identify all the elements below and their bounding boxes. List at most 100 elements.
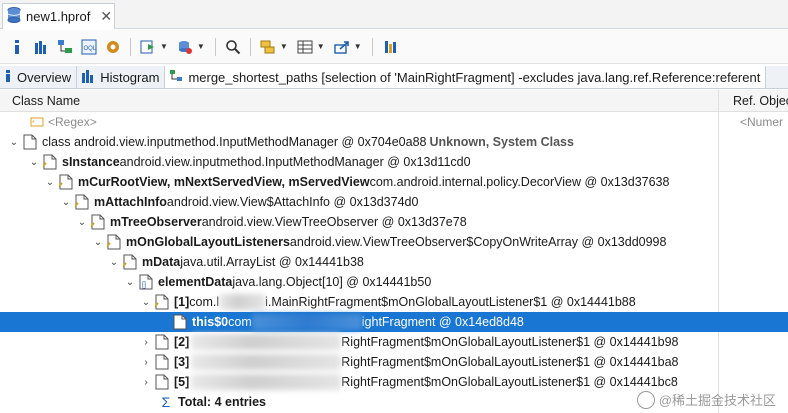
chevron-right-icon[interactable]: ›	[140, 357, 152, 368]
pin-icon[interactable]	[379, 36, 401, 58]
close-icon[interactable]: ✕	[100, 8, 112, 25]
tree-row[interactable]: ⌄ mCurRootView, mNextServedView, mServed…	[0, 172, 788, 192]
tree-row-field: [3]	[174, 355, 190, 369]
run-query-icon[interactable]	[137, 36, 159, 58]
query-browser-icon[interactable]	[174, 36, 196, 58]
tree-row-field: mTreeObserver	[110, 215, 202, 229]
tree-row[interactable]: ⌄ [1] com.l i.MainRightFragment$mOnGloba…	[0, 292, 788, 312]
tree-row-prefix: com.l	[189, 295, 220, 309]
chevron-down-icon[interactable]: ▼	[160, 42, 168, 51]
chevron-down-icon[interactable]: ⌄	[92, 237, 104, 248]
regex-placeholder: <Regex>	[48, 115, 97, 129]
paths-icon	[169, 69, 183, 86]
tab-overview-label: Overview	[17, 69, 72, 85]
chevron-down-icon[interactable]: ⌄	[76, 217, 88, 228]
column-header-ref-objects[interactable]: Ref. Objec	[733, 94, 788, 108]
tree-row-field: mCurRootView, mNextServedView, mServedVi…	[78, 175, 370, 189]
tree-row-text: RightFragment$mOnGlobalLayoutListener$1 …	[341, 375, 678, 389]
sum-icon: Σ	[161, 394, 171, 410]
chevron-down-icon[interactable]: ⌄	[124, 277, 136, 288]
tree-row[interactable]: › [2] RightFragment$mOnGlobalLayoutListe…	[0, 332, 788, 352]
tree-row[interactable]: ⌄ mTreeObserver android.view.ViewTreeObs…	[0, 212, 788, 232]
tree-row-text: RightFragment$mOnGlobalLayoutListener$1 …	[341, 355, 679, 369]
tree-row-field: mOnGlobalLayoutListeners	[126, 235, 290, 249]
tree-row[interactable]: ⌄ mData java.util.ArrayList @ 0x14441b38	[0, 252, 788, 272]
chevron-down-icon[interactable]: ⌄	[28, 157, 40, 168]
tree-row[interactable]: ⌄ sInstance android.view.inputmethod.Inp…	[0, 152, 788, 172]
object-file-icon	[154, 374, 170, 390]
tree-row-extra: Unknown, System Class	[429, 135, 574, 149]
object-file-icon	[106, 234, 122, 250]
watermark: @稀土掘金技术社区	[636, 390, 776, 409]
tree-row-prefix: com	[228, 315, 252, 329]
tree-row-field: elementData	[158, 275, 233, 289]
tree-row[interactable]: › [3] RightFragment$mOnGlobalLayoutListe…	[0, 352, 788, 372]
object-file-icon	[154, 354, 170, 370]
object-file-icon	[122, 254, 138, 270]
column-header-class-name[interactable]: Class Name	[12, 94, 80, 108]
tree-row-text: java.lang.Object[10] @ 0x14441b50	[232, 275, 432, 289]
dominator-tree-icon[interactable]	[54, 36, 76, 58]
heap-dump-file-icon	[7, 7, 21, 26]
tree-row[interactable]: ⌄ mAttachInfo android.view.View$AttachIn…	[0, 192, 788, 212]
tab-overview[interactable]: Overview	[0, 66, 78, 88]
chevron-down-icon[interactable]: ⌄	[108, 257, 120, 268]
tab-merge-shortest-paths[interactable]: merge_shortest_paths [selection of 'Main…	[165, 66, 767, 88]
search-icon[interactable]	[222, 36, 244, 58]
editor-tab-hprof[interactable]: new1.hprof ✕	[2, 3, 115, 29]
histogram-icon	[81, 69, 95, 86]
oql-icon[interactable]: OQL	[78, 36, 100, 58]
tree-row-field: mData	[142, 255, 181, 269]
toolbar-separator	[249, 37, 251, 56]
heap-dump-settings-icon[interactable]	[102, 36, 124, 58]
tree-row-text: ightFragment @ 0x14ed8d48	[361, 315, 524, 329]
chevron-down-icon[interactable]: ▼	[280, 42, 288, 51]
tab-histogram-label: Histogram	[100, 69, 160, 85]
tree-row-field: [2]	[174, 335, 190, 349]
chevron-down-icon[interactable]: ▼	[317, 42, 325, 51]
object-file-icon	[154, 294, 170, 310]
tree-row[interactable]: ⌄ [] elementData java.lang.Object[10] @ …	[0, 272, 788, 292]
object-file-icon	[172, 314, 188, 330]
info-icon[interactable]	[6, 36, 28, 58]
redacted-text	[219, 294, 266, 310]
chevron-right-icon[interactable]: ›	[140, 377, 152, 388]
chevron-down-icon[interactable]: ▼	[197, 42, 205, 51]
chevron-down-icon[interactable]: ⌄	[8, 137, 20, 148]
chevron-right-icon[interactable]: ›	[140, 337, 152, 348]
object-file-icon	[90, 214, 106, 230]
chevron-down-icon[interactable]: ⌄	[140, 297, 152, 308]
tree-row-selected[interactable]: this$0 com ightFragment @ 0x14ed8d48	[0, 312, 788, 332]
regex-filter-icon: *	[30, 117, 44, 127]
class-file-icon	[22, 134, 38, 150]
editor-tab-label: new1.hprof	[26, 9, 91, 24]
object-file-icon	[154, 334, 170, 350]
numeric-filter-input[interactable]: <Numer	[740, 115, 783, 129]
filter-row: * <Regex> <Numer	[0, 112, 788, 132]
tab-histogram[interactable]: Histogram	[77, 66, 166, 88]
array-icon: []	[138, 274, 154, 290]
group-by-icon[interactable]	[257, 36, 279, 58]
calculate-retained-icon[interactable]	[294, 36, 316, 58]
redacted-text	[251, 314, 362, 330]
tree-row[interactable]: ⌄ class android.view.inputmethod.InputMe…	[0, 132, 788, 152]
toolbar-separator	[214, 37, 216, 56]
histogram-icon[interactable]	[30, 36, 52, 58]
chevron-down-icon[interactable]: ⌄	[44, 177, 56, 188]
export-icon[interactable]	[331, 36, 353, 58]
tree-row-text: i.MainRightFragment$mOnGlobalLayoutListe…	[265, 295, 636, 309]
tree-row-text: android.view.View$AttachInfo @ 0x13d374d…	[166, 195, 419, 209]
tree-row[interactable]: ⌄ mOnGlobalLayoutListeners android.view.…	[0, 232, 788, 252]
redacted-text	[191, 374, 342, 390]
info-icon	[4, 69, 12, 86]
object-file-icon	[42, 154, 58, 170]
chevron-down-icon[interactable]: ⌄	[60, 197, 72, 208]
svg-text:[]: []	[142, 282, 146, 289]
toolbar: OQL ▼ ▼ ▼ ▼ ▼	[0, 30, 788, 64]
object-file-icon	[74, 194, 90, 210]
tree-row[interactable]: › [5] RightFragment$mOnGlobalLayoutListe…	[0, 372, 788, 392]
chevron-down-icon[interactable]: ▼	[354, 42, 362, 51]
regex-filter-input[interactable]: * <Regex>	[30, 115, 97, 129]
tree-row-text: android.view.ViewTreeObserver$CopyOnWrit…	[289, 235, 667, 249]
tree-row-text: RightFragment$mOnGlobalLayoutListener$1 …	[341, 335, 679, 349]
